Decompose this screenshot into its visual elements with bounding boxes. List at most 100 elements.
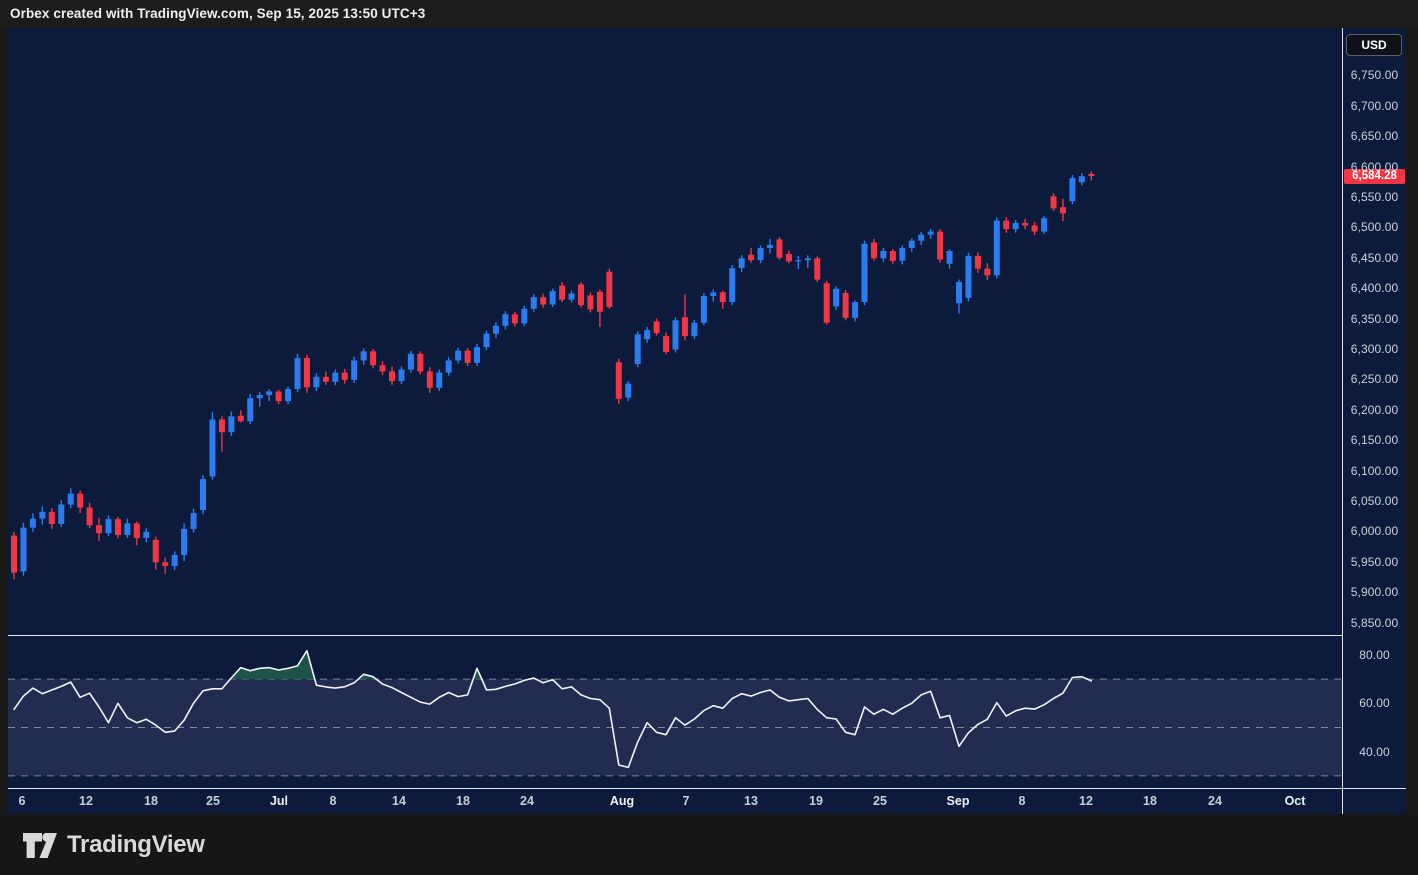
candle-body xyxy=(238,416,244,421)
candle-body xyxy=(1069,178,1075,201)
time-axis-day-label: 18 xyxy=(446,789,480,814)
candle-body xyxy=(635,334,641,364)
candle-body xyxy=(918,235,924,241)
candle-body xyxy=(106,519,112,533)
candle-body xyxy=(49,512,55,524)
candle-body xyxy=(994,221,1000,276)
price-axis-label: 5,850.00 xyxy=(1343,616,1406,630)
rsi-indicator-chart[interactable] xyxy=(8,636,1342,788)
candle-body xyxy=(748,255,754,260)
attribution-bar: Orbex created with TradingView.com, Sep … xyxy=(0,0,1418,28)
price-axis-label: 6,500.00 xyxy=(1343,220,1406,234)
candle-body xyxy=(1088,174,1094,176)
time-axis-day-label: 24 xyxy=(510,789,544,814)
candle-body xyxy=(124,523,130,535)
candle-body xyxy=(682,317,688,336)
candle-body xyxy=(729,268,735,302)
candle-body xyxy=(975,256,981,269)
candle-body xyxy=(824,283,830,323)
candle-body xyxy=(285,389,291,401)
candle-body xyxy=(597,292,603,312)
time-axis-day-label: 25 xyxy=(863,789,897,814)
candle-body xyxy=(87,508,93,526)
candle-body xyxy=(68,494,74,505)
time-axis-day-label: 24 xyxy=(1198,789,1232,814)
rsi-axis-label: 40.00 xyxy=(1343,745,1406,759)
candle-body xyxy=(928,232,934,235)
candle-body xyxy=(266,391,272,395)
bottom-bar: TradingView xyxy=(0,814,1418,875)
candle-body xyxy=(39,512,45,519)
candle-body xyxy=(654,322,660,334)
candle-body xyxy=(559,286,565,300)
candle-body xyxy=(644,330,650,339)
candle-body xyxy=(162,562,168,566)
candle-body xyxy=(606,272,612,307)
candle-body xyxy=(465,351,471,363)
price-axis-label: 6,300.00 xyxy=(1343,342,1406,356)
time-axis-day-label: 6 xyxy=(5,789,39,814)
candle-body xyxy=(380,365,386,371)
candle-body xyxy=(1041,218,1047,231)
candle-body xyxy=(96,525,102,533)
candle-body xyxy=(786,254,792,261)
candle-body xyxy=(30,519,36,528)
candle-body xyxy=(228,416,234,432)
time-axis-day-label: 25 xyxy=(196,789,230,814)
price-axis-label: 6,200.00 xyxy=(1343,403,1406,417)
candle-body xyxy=(587,295,593,309)
time-axis-day-label: 8 xyxy=(1005,789,1039,814)
candle-body xyxy=(200,479,206,510)
price-axis-label: 6,600.00 xyxy=(1343,160,1406,174)
candle-body xyxy=(984,269,990,276)
tradingview-wordmark: TradingView xyxy=(67,831,205,859)
price-axis-label: 6,700.00 xyxy=(1343,99,1406,113)
candle-body xyxy=(209,419,215,476)
price-axis-label: 6,450.00 xyxy=(1343,251,1406,265)
candle-body xyxy=(351,360,357,379)
candle-body xyxy=(257,395,263,398)
candle-body xyxy=(1060,207,1066,213)
candle-body xyxy=(531,297,537,309)
candle-body xyxy=(417,354,423,372)
candlestick-chart[interactable] xyxy=(8,28,1342,635)
price-axis[interactable]: USD 6,584.28 6,750.006,700.006,650.006,6… xyxy=(1342,28,1406,814)
rsi-pane[interactable] xyxy=(8,636,1342,788)
candle-body xyxy=(947,251,953,264)
candle-body xyxy=(191,513,197,529)
candle-body xyxy=(701,296,707,323)
time-axis[interactable]: 6121825Jul8141824Aug7131925Sep8121824Oct xyxy=(8,789,1342,814)
rsi-axis-label: 60.00 xyxy=(1343,696,1406,710)
price-axis-label: 6,150.00 xyxy=(1343,433,1406,447)
candle-body xyxy=(720,292,726,302)
price-pane[interactable] xyxy=(8,28,1342,635)
candle-body xyxy=(276,391,282,401)
candle-body xyxy=(342,373,348,380)
candle-body xyxy=(673,320,679,349)
candle-body xyxy=(1032,225,1038,231)
candle-body xyxy=(899,248,905,261)
candle-body xyxy=(909,241,915,248)
candle-body xyxy=(446,360,452,372)
time-axis-day-label: 19 xyxy=(799,789,833,814)
candle-body xyxy=(890,251,896,261)
time-axis-month-label: Aug xyxy=(605,789,639,814)
candle-body xyxy=(20,528,26,572)
time-axis-day-label: 18 xyxy=(1133,789,1167,814)
candle-body xyxy=(691,323,697,336)
candle-body xyxy=(181,529,187,555)
candle-body xyxy=(115,519,121,535)
candle-body xyxy=(965,256,971,298)
time-axis-day-label: 12 xyxy=(1069,789,1103,814)
candle-body xyxy=(247,398,253,421)
price-axis-label: 6,000.00 xyxy=(1343,524,1406,538)
price-axis-label: 6,050.00 xyxy=(1343,494,1406,508)
rsi-overbought-fill xyxy=(230,651,314,680)
candle-body xyxy=(436,373,442,388)
currency-button[interactable]: USD xyxy=(1346,34,1402,56)
candle-body xyxy=(172,555,178,566)
candle-body xyxy=(937,232,943,260)
candle-body xyxy=(663,336,669,352)
tradingview-logo[interactable]: TradingView xyxy=(22,831,205,859)
candle-body xyxy=(871,243,877,259)
